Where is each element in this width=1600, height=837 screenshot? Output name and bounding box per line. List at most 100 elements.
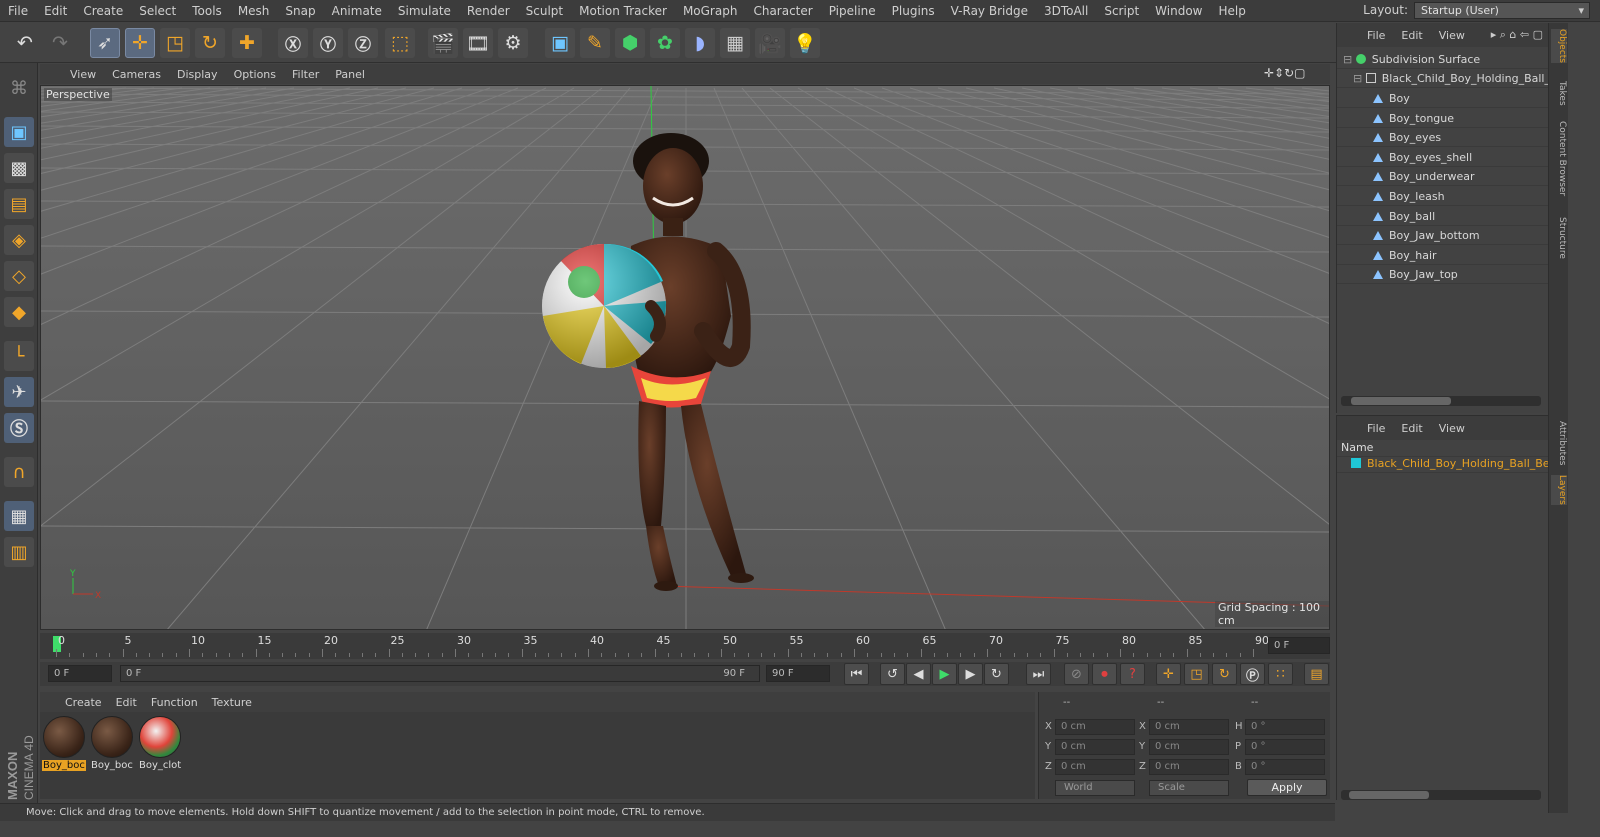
edges-mode-icon[interactable]: ◇ [4,261,34,291]
layers-menu-edit[interactable]: Edit [1393,422,1430,435]
objects-menu-edit[interactable]: Edit [1393,29,1430,42]
render-view-icon[interactable]: 🎬 [428,28,458,58]
menu-render[interactable]: Render [459,0,518,22]
layers-menu-file[interactable]: File [1359,422,1393,435]
menu-tools[interactable]: Tools [184,0,230,22]
previous-key-icon[interactable]: ↺ [880,663,905,685]
material-menu-edit[interactable]: Edit [109,696,144,709]
subdivision-surface-icon[interactable]: ⬢ [615,28,645,58]
object-row-root[interactable]: ⊟ Subdivision Surface [1337,50,1549,69]
timeline-window-icon[interactable]: ▤ [1304,663,1329,685]
rotation-b-field[interactable]: 0 ° [1245,759,1325,775]
menu-pipeline[interactable]: Pipeline [821,0,884,22]
workplane-lock-icon[interactable]: ▦ [4,501,34,531]
menu-script[interactable]: Script [1096,0,1147,22]
viewport-menu-cameras[interactable]: Cameras [104,68,169,81]
material-menu-function[interactable]: Function [144,696,205,709]
coordinate-space-select[interactable]: World [1055,780,1135,796]
key-pla-icon[interactable]: ∷ [1268,663,1293,685]
material-swatch[interactable]: Boy_boc [90,716,134,774]
redo-icon[interactable]: ↷ [45,28,75,58]
objects-menu-view[interactable]: View [1431,29,1473,42]
tweak-mode-icon[interactable]: ✈ [4,377,34,407]
object-row-child[interactable]: Boy [1337,89,1549,108]
apply-button[interactable]: Apply [1247,779,1327,796]
rotate-tool-icon[interactable]: ↻ [195,28,225,58]
menu-create[interactable]: Create [75,0,131,22]
menu-sculpt[interactable]: Sculpt [518,0,571,22]
position-y-field[interactable]: 0 cm [1055,739,1135,755]
layers-menu-view[interactable]: View [1431,422,1473,435]
array-icon[interactable]: ✿ [650,28,680,58]
object-row-child[interactable]: Boy_leash [1337,187,1549,206]
menu-file[interactable]: File [0,0,36,22]
key-parameter-icon[interactable]: Ⓟ [1240,663,1265,685]
menu-simulate[interactable]: Simulate [390,0,459,22]
coordinate-system-icon[interactable]: ⬚ [385,28,415,58]
workplane-icon[interactable]: ▤ [4,189,34,219]
tab-takes[interactable]: Takes [1551,81,1567,106]
material-menu-create[interactable]: Create [58,696,109,709]
size-y-field[interactable]: 0 cm [1149,739,1229,755]
layer-manager-scrollbar[interactable] [1341,790,1541,800]
recent-tool-icon[interactable]: ✚ [232,28,262,58]
menu-snap[interactable]: Snap [277,0,323,22]
layer-row[interactable]: Black_Child_Boy_Holding_Ball_Bea [1337,454,1549,473]
deformer-icon[interactable]: ◗ [685,28,715,58]
light-icon[interactable]: 💡 [790,28,820,58]
render-picture-viewer-icon[interactable]: 🎞 [463,28,493,58]
frame-range-slider[interactable]: 0 F 90 F [120,665,760,682]
size-z-field[interactable]: 0 cm [1149,759,1229,775]
material-swatch[interactable]: Boy_boc [42,716,86,774]
model-mode-icon[interactable]: ▣ [4,117,34,147]
rotation-p-field[interactable]: 0 ° [1245,739,1325,755]
keyframe-selection-icon[interactable]: ? [1120,663,1145,685]
object-row-child[interactable]: Boy_ball [1337,207,1549,226]
move-tool-icon[interactable]: ✛ [125,28,155,58]
key-rotation-icon[interactable]: ↻ [1212,663,1237,685]
go-to-end-icon[interactable]: ⏭ [1026,663,1051,685]
undo-icon[interactable]: ↶ [10,28,40,58]
menu-3dtoall[interactable]: 3DToAll [1036,0,1096,22]
menu-character[interactable]: Character [745,0,820,22]
object-row-child[interactable]: Boy_eyes_shell [1337,148,1549,167]
tab-objects[interactable]: Objects [1551,29,1567,64]
key-scale-icon[interactable]: ◳ [1184,663,1209,685]
polygons-mode-icon[interactable]: ◆ [4,297,34,327]
object-row-child[interactable]: Boy_Jaw_bottom [1337,226,1549,246]
perspective-viewport[interactable]: Y X Perspective Grid Spacing : 100 cm [40,85,1330,630]
rotation-h-field[interactable]: 0 ° [1245,719,1325,735]
viewport-menu-panel[interactable]: Panel [327,68,373,81]
axis-mode-icon[interactable]: └ [4,341,34,371]
tab-attributes[interactable]: Attributes [1551,421,1567,465]
end-frame-field[interactable]: 90 F [766,665,830,682]
z-axis-lock-icon[interactable]: Ⓩ [348,28,378,58]
position-x-field[interactable]: 0 cm [1055,719,1135,735]
menu-mograph[interactable]: MoGraph [675,0,746,22]
live-selection-icon[interactable]: ➶ [90,28,120,58]
floor-icon[interactable]: ▦ [720,28,750,58]
beach-ball[interactable] [542,243,667,368]
material-swatch[interactable]: Boy_clot [138,716,182,774]
x-axis-lock-icon[interactable]: Ⓧ [278,28,308,58]
menu-animate[interactable]: Animate [324,0,390,22]
object-row-child[interactable]: Boy_eyes [1337,128,1549,148]
material-menu-texture[interactable]: Texture [205,696,259,709]
position-z-field[interactable]: 0 cm [1055,759,1135,775]
next-frame-icon[interactable]: ▶ [958,663,983,685]
magnet-icon[interactable]: ∩ [4,457,34,487]
object-row-child[interactable]: Boy_underwear [1337,167,1549,187]
menu-select[interactable]: Select [131,0,184,22]
timeline-ruler[interactable]: 0 5 10 15 20 25 30 35 40 45 50 55 60 65 70 75 80 85 90 [40,633,1330,659]
object-manager-tools-icon[interactable]: ▸ ⌕ ⌂ ⇦ ▢ [1491,28,1543,42]
camera-icon[interactable]: 🎥 [755,28,785,58]
tab-layers[interactable]: Layers [1551,475,1567,505]
texture-mode-icon[interactable]: ▩ [4,153,34,183]
y-axis-lock-icon[interactable]: Ⓨ [313,28,343,58]
menu-vray-bridge[interactable]: V-Ray Bridge [943,0,1036,22]
camera-label[interactable]: Perspective [44,88,112,101]
record-keys-icon[interactable]: ⊘ [1064,663,1089,685]
object-manager-scrollbar[interactable] [1341,396,1541,406]
menu-motion-tracker[interactable]: Motion Tracker [571,0,675,22]
object-row-child[interactable]: Boy_tongue [1337,109,1549,128]
